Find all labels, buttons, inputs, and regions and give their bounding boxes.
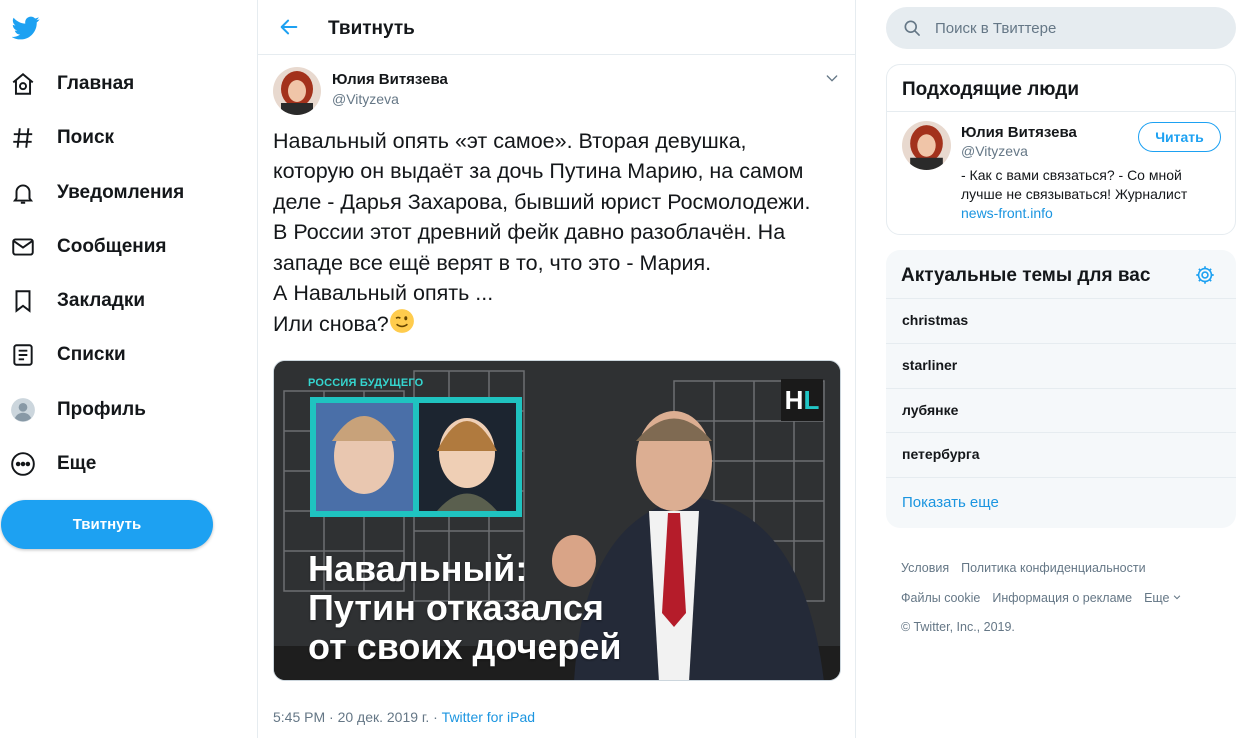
trend-label: starliner	[902, 357, 958, 373]
footer-row: Условия Политика конфиденциальности	[901, 561, 1158, 575]
compose-tweet-button[interactable]: Твитнуть	[1, 500, 213, 549]
nav-label: Сообщения	[57, 236, 167, 257]
divider	[887, 111, 1235, 112]
tweet-source-link[interactable]: Twitter for iPad	[442, 709, 535, 725]
trend-item[interactable]: christmas	[886, 299, 1236, 343]
nav-label: Списки	[57, 344, 126, 365]
home-icon	[10, 71, 36, 97]
tweet-media-image[interactable]: РОССИЯ БУДУЩЕГО HL Навальный: Путин отка…	[273, 360, 841, 681]
tweet-line: деле - Дарья Захарова, бывший юрист Росм…	[273, 189, 811, 214]
hl-logo: HL	[781, 379, 823, 421]
tweet-line: которую он выдаёт за дочь Путина Марию, …	[273, 159, 804, 184]
search-box[interactable]	[886, 7, 1236, 49]
tweet-line: западе все ещё верят в то, что это - Мар…	[273, 250, 712, 275]
trend-item[interactable]: петербурга	[886, 433, 1236, 477]
suggested-user-bio: - Как с вами связаться? - Со мной лучше …	[961, 166, 1226, 223]
nav-messages[interactable]: Сообщения	[10, 227, 167, 267]
hl-logo-l: L	[803, 384, 820, 415]
back-arrow-icon[interactable]	[278, 16, 300, 38]
hashtag-icon	[10, 125, 36, 151]
tweet-detail-column: Твитнуть Юлия Витязева @Vityzeva Навальн…	[257, 0, 856, 738]
bio-line: лучше не связываться! Журналист	[961, 186, 1188, 202]
tweet-line: В России этот древний фейк давно разобла…	[273, 220, 786, 245]
tweet-line-last: Или снова?	[273, 308, 848, 339]
search-input[interactable]	[935, 19, 1215, 37]
nav-home[interactable]: Главная	[10, 64, 134, 104]
envelope-icon	[10, 234, 36, 260]
page-title: Твитнуть	[328, 18, 415, 39]
tweet-timestamp: 5:45 PM · 20 дек. 2019 г. · Twitter for …	[273, 709, 535, 725]
who-to-follow-panel: Подходящие люди Юлия Витязева @Vityzeva …	[886, 64, 1236, 235]
trend-label: christmas	[902, 312, 969, 328]
panel-title: Подходящие люди	[902, 79, 1080, 100]
chevron-down-icon	[1173, 595, 1180, 600]
follow-button[interactable]: Читать	[1138, 122, 1221, 152]
trends-panel: Актуальные темы для вас christmas starli…	[886, 250, 1236, 528]
nav-lists[interactable]: Списки	[10, 335, 126, 375]
trend-item[interactable]: лубянке	[886, 389, 1236, 433]
gear-icon[interactable]	[1194, 264, 1216, 286]
show-more-link[interactable]: Показать еще	[902, 494, 999, 511]
suggested-user-name[interactable]: Юлия Витязева	[961, 124, 1077, 141]
tweet-line: А Навальный опять ...	[273, 281, 494, 306]
panel-title: Актуальные темы для вас	[901, 265, 1151, 286]
footer-more-label: Еще	[1144, 591, 1170, 605]
footer-more-menu[interactable]: Еще	[1144, 591, 1181, 605]
nav-profile[interactable]: Профиль	[10, 390, 146, 430]
media-headline: Навальный: Путин отказался от своих доче…	[308, 549, 622, 666]
list-icon	[10, 342, 36, 368]
trend-item[interactable]: starliner	[886, 344, 1236, 388]
suggested-user-avatar[interactable]	[902, 121, 951, 170]
author-name[interactable]: Юлия Витязева	[332, 71, 448, 88]
trend-label: петербурга	[902, 446, 980, 462]
footer-copyright: © Twitter, Inc., 2019.	[901, 620, 1015, 634]
footer-link-terms[interactable]: Условия	[901, 561, 949, 575]
bookmark-icon	[10, 288, 36, 314]
author-handle[interactable]: @Vityzeva	[332, 91, 399, 107]
footer-link-ads-info[interactable]: Информация о рекламе	[992, 591, 1132, 605]
tweet-text: Навальный опять «эт самое». Вторая девуш…	[273, 126, 848, 340]
nav-label: Поиск	[57, 127, 115, 148]
nav-label: Уведомления	[57, 182, 185, 203]
media-headline-line: от своих дочерей	[308, 626, 622, 667]
media-headline-line: Путин отказался	[308, 587, 604, 628]
trend-label: лубянке	[902, 402, 959, 418]
media-kicker: РОССИЯ БУДУЩЕГО	[308, 377, 424, 389]
tweet-line: Или снова?	[273, 312, 389, 337]
media-headline-line: Навальный:	[308, 548, 528, 589]
author-avatar[interactable]	[273, 67, 321, 115]
divider	[886, 477, 1236, 478]
tweet-time[interactable]: 5:45 PM · 20 дек. 2019 г. ·	[273, 709, 442, 725]
nav-label: Главная	[57, 73, 135, 94]
footer-link-cookies[interactable]: Файлы cookie	[901, 591, 980, 605]
tweet-line: Навальный опять «эт самое». Вторая девуш…	[273, 129, 747, 153]
twitter-bird-icon[interactable]	[12, 14, 40, 42]
winking-face-icon	[389, 309, 414, 334]
nav-label: Закладки	[57, 290, 146, 311]
search-icon	[904, 20, 920, 36]
nav-label: Еще	[57, 453, 97, 474]
profile-icon	[10, 397, 36, 423]
bio-link[interactable]: news-front.info	[961, 204, 1226, 223]
left-navigation: Главная Поиск Уведомления Сообщения Закл…	[0, 0, 257, 738]
bell-icon	[10, 180, 36, 206]
more-icon	[10, 451, 36, 477]
nav-notifications[interactable]: Уведомления	[10, 173, 184, 213]
suggested-user-handle[interactable]: @Vityzeva	[961, 143, 1028, 159]
hl-logo-h: H	[784, 384, 804, 415]
nav-bookmarks[interactable]: Закладки	[10, 281, 145, 321]
nav-label: Профиль	[57, 399, 146, 420]
nav-more[interactable]: Еще	[10, 444, 96, 484]
nav-explore[interactable]: Поиск	[10, 118, 114, 158]
bio-line: - Как с вами связаться? - Со мной	[961, 167, 1182, 183]
footer-row: Файлы cookie Информация о рекламе Еще	[901, 591, 1182, 605]
chevron-down-icon[interactable]	[824, 70, 840, 86]
footer-link-privacy[interactable]: Политика конфиденциальности	[961, 561, 1145, 575]
column-header: Твитнуть	[258, 0, 855, 55]
